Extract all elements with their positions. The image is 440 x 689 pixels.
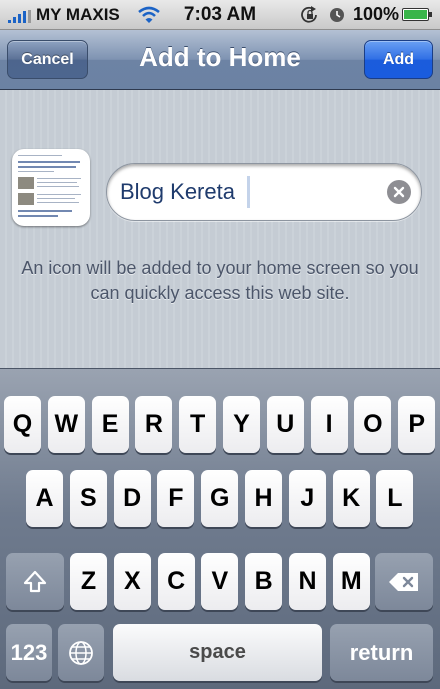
key-v[interactable]: V: [201, 553, 239, 610]
key-e[interactable]: E: [91, 396, 129, 453]
key-g[interactable]: G: [201, 470, 239, 527]
key-p[interactable]: P: [398, 396, 436, 453]
content-area: Blog Kereta An icon will be added to you…: [0, 90, 440, 368]
key-h[interactable]: H: [245, 470, 282, 527]
backspace-icon: [389, 572, 418, 591]
key-b[interactable]: B: [245, 553, 283, 610]
alarm-icon: [330, 8, 344, 22]
battery-level: [404, 10, 427, 19]
key-m[interactable]: M: [332, 553, 370, 610]
key-z[interactable]: Z: [70, 553, 107, 610]
key-o[interactable]: O: [354, 396, 392, 453]
key-f[interactable]: F: [157, 470, 195, 527]
key-q[interactable]: Q: [4, 396, 41, 453]
battery-icon: [402, 8, 432, 21]
space-key[interactable]: space: [113, 624, 322, 681]
shift-key[interactable]: [6, 553, 64, 610]
key-l[interactable]: L: [376, 470, 414, 527]
keyboard: QWERTYUIOP ASDFGHJKL ZXCVBNM 123 space r…: [0, 368, 440, 689]
rotation-lock-icon: [301, 6, 317, 23]
globe-key[interactable]: [58, 624, 104, 681]
key-a[interactable]: A: [26, 470, 63, 527]
return-key[interactable]: return: [330, 624, 433, 681]
hint-message: An icon will be added to your home scree…: [21, 258, 419, 303]
key-n[interactable]: N: [289, 553, 326, 610]
key-r[interactable]: R: [135, 396, 173, 453]
key-k[interactable]: K: [332, 470, 370, 527]
key-s[interactable]: S: [69, 470, 107, 527]
key-w[interactable]: W: [47, 396, 85, 453]
battery-percent: 100%: [353, 4, 400, 24]
backspace-key[interactable]: [375, 553, 433, 610]
key-u[interactable]: U: [266, 396, 304, 453]
globe-icon: [69, 640, 93, 665]
key-d[interactable]: D: [113, 470, 151, 527]
text-cursor: [247, 176, 250, 208]
screen: MY MAXIS 7:03 AM 100% Cancel Add to Home…: [0, 0, 440, 689]
navigation-bar: Cancel Add to Home Add: [0, 30, 440, 90]
bookmark-name-value: Blog Kereta: [120, 179, 235, 204]
key-j[interactable]: J: [288, 470, 326, 527]
key-y[interactable]: Y: [223, 396, 260, 453]
bookmark-name-field[interactable]: Blog Kereta: [106, 163, 422, 221]
key-t[interactable]: T: [179, 396, 217, 453]
add-button[interactable]: Add: [364, 40, 433, 79]
key-i[interactable]: I: [310, 396, 348, 453]
hint-text: An icon will be added to your home scree…: [0, 256, 440, 306]
key-x[interactable]: X: [113, 553, 151, 610]
key-c[interactable]: C: [157, 553, 195, 610]
status-bar: MY MAXIS 7:03 AM 100%: [0, 0, 440, 30]
clear-icon[interactable]: [387, 180, 411, 204]
shift-icon: [23, 570, 47, 592]
numbers-key[interactable]: 123: [6, 624, 52, 681]
page-thumbnail: [12, 149, 90, 226]
